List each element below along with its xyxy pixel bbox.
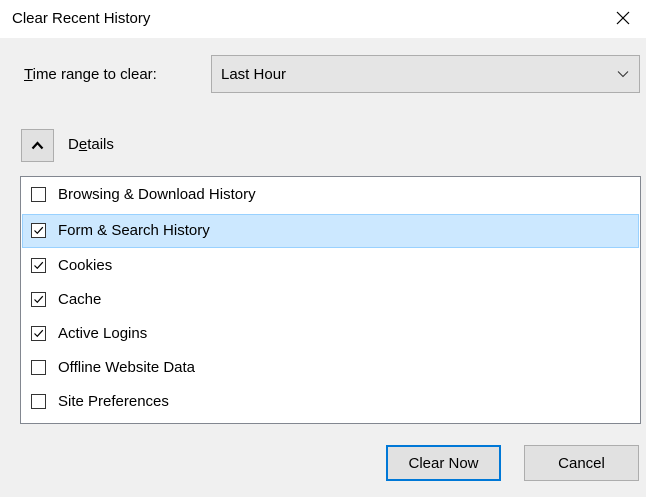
time-range-value: Last Hour [221,66,287,83]
site-preferences-checkbox[interactable] [31,394,46,409]
close-icon [616,11,630,25]
list-item-form-search-history[interactable]: Form & Search History [22,214,639,248]
title-bar: Clear Recent History [0,0,646,38]
offline-website-data-checkbox[interactable] [31,360,46,375]
chevron-down-icon [617,70,629,78]
time-range-label-text: ime range to clear: [32,66,157,83]
checkmark-icon [34,295,44,304]
list-item-label: Form & Search History [58,222,210,239]
active-logins-checkbox[interactable] [31,326,46,341]
window-title: Clear Recent History [12,10,151,27]
details-label-rest: tails [87,136,114,153]
browsing-download-history-checkbox[interactable] [31,187,46,202]
details-label-accesskey: e [78,136,88,153]
time-range-label: Time range to clear: [24,65,157,85]
list-item-cache[interactable]: Cache [22,283,639,317]
cache-checkbox[interactable] [31,292,46,307]
time-range-label-accesskey: T [24,66,33,83]
checkmark-icon [34,329,44,338]
history-items-list[interactable]: Browsing & Download History Form & Searc… [20,176,641,424]
list-item-offline-website-data[interactable]: Offline Website Data [22,351,639,385]
clear-now-button[interactable]: Clear Now [386,445,501,481]
close-button[interactable] [600,0,646,36]
list-item-label: Browsing & Download History [58,186,256,203]
checkmark-icon [34,261,44,270]
details-label-first: D [68,136,79,153]
list-item-label: Active Logins [58,325,148,342]
list-item-cookies[interactable]: Cookies [22,249,639,283]
checkmark-icon [34,226,44,235]
list-item-label: Cache [58,291,102,308]
list-item-label: Site Preferences [58,393,169,410]
list-item-site-preferences[interactable]: Site Preferences [22,385,639,419]
chevron-up-icon [31,141,44,150]
cancel-button[interactable]: Cancel [524,445,639,481]
time-range-select[interactable]: Last Hour [211,55,640,93]
clear-history-dialog: Clear Recent History Time range to clear… [0,0,646,497]
list-item-browsing-download-history[interactable]: Browsing & Download History [22,178,639,212]
list-item-active-logins[interactable]: Active Logins [22,317,639,351]
list-item-label: Cookies [58,257,113,274]
form-search-history-checkbox[interactable] [31,223,46,238]
dialog-body: Time range to clear: Last Hour Details B… [0,38,646,497]
details-label: Details [68,135,114,155]
details-toggle-button[interactable] [21,129,54,162]
cookies-checkbox[interactable] [31,258,46,273]
list-item-label: Offline Website Data [58,359,196,376]
